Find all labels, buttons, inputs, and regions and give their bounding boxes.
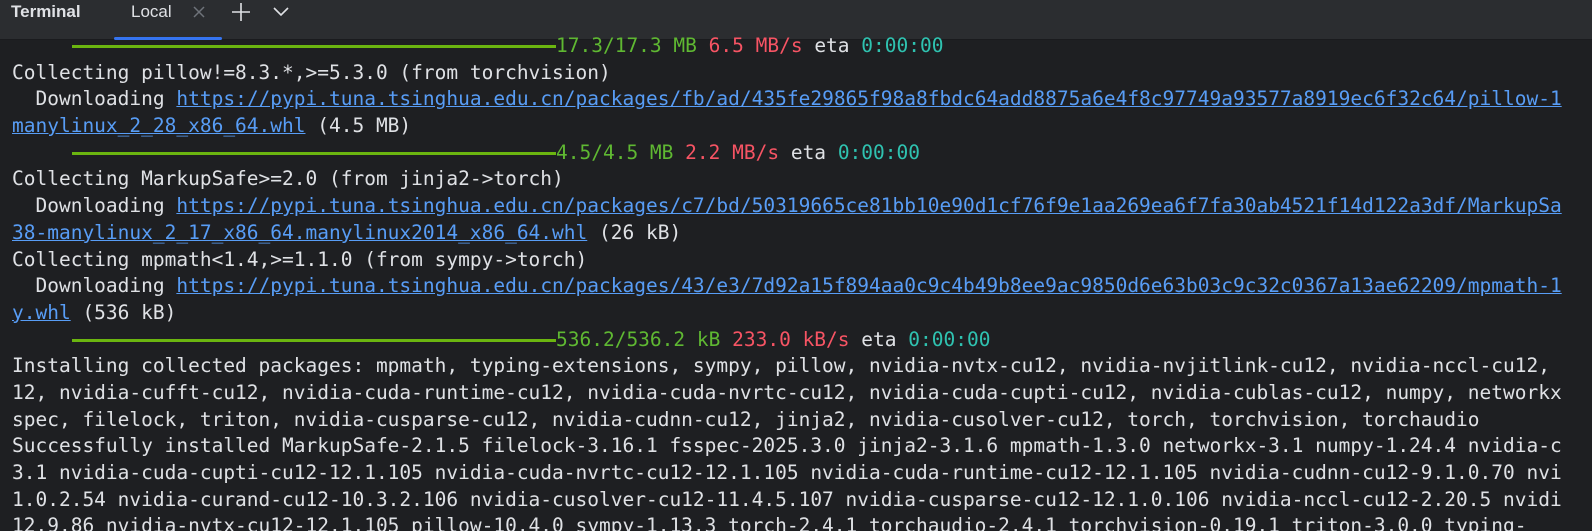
package-link[interactable]: https://pypi.tuna.tsinghua.edu.cn/packag…: [176, 87, 1561, 110]
file-size: (4.5 MB): [305, 114, 412, 138]
progress-bar: [72, 338, 556, 342]
close-icon[interactable]: [190, 3, 208, 21]
download-size: 536.2/536.2 kB: [556, 327, 721, 351]
download-line: Downloading https://pypi.tuna.tsinghua.e…: [12, 193, 1592, 220]
progress-line: 536.2/536.2 kB 233.0 kB/s eta 0:00:00: [12, 327, 1592, 354]
plus-icon[interactable]: [230, 1, 252, 23]
progress-line: 4.5/4.5 MB 2.2 MB/s eta 0:00:00: [12, 140, 1592, 167]
package-link[interactable]: https://pypi.tuna.tsinghua.edu.cn/packag…: [176, 274, 1561, 297]
eta-value: 0:00:00: [837, 140, 920, 164]
eta-label: eta: [790, 140, 827, 164]
output-line: 1.0.2.54 nvidia-curand-cu12-10.3.2.106 n…: [12, 487, 1562, 511]
output-line: Collecting pillow!=8.3.*,>=5.3.0 (from t…: [12, 60, 611, 84]
download-speed: 6.5 MB/s: [708, 34, 803, 57]
download-line: Downloading https://pypi.tuna.tsinghua.e…: [12, 273, 1592, 300]
tool-window-title: Terminal: [11, 2, 81, 21]
progress-stats: 17.3/17.3 MB 6.5 MB/s eta 0:00:00: [556, 33, 943, 60]
progress-stats: 536.2/536.2 kB 233.0 kB/s eta 0:00:00: [556, 327, 990, 354]
output-line: spec, filelock, triton, nvidia-cusparse-…: [12, 407, 1480, 431]
output-line: Successfully installed MarkupSafe-2.1.5 …: [12, 434, 1562, 458]
output-line: Collecting mpmath<1.4,>=1.1.0 (from symp…: [12, 247, 588, 271]
download-line: Downloading https://pypi.tuna.tsinghua.e…: [12, 86, 1592, 113]
terminal-window: Terminal Local 17.3/17.3 MB 6.5 MB/s eta: [0, 0, 1592, 531]
eta-label: eta: [861, 327, 897, 351]
download-size: 4.5/4.5 MB: [556, 140, 674, 164]
download-prefix: Downloading: [12, 274, 177, 298]
output-line: 12, nvidia-cufft-cu12, nvidia-cuda-runti…: [12, 380, 1562, 404]
eta-label: eta: [814, 34, 850, 57]
tab-label: Local: [131, 2, 172, 21]
output-line: 3.1 nvidia-cuda-cupti-cu12-12.1.105 nvid…: [12, 461, 1562, 484]
download-speed: 233.0 kB/s: [732, 327, 850, 351]
package-link[interactable]: 38-manylinux_2_17_x86_64.manylinux2014_x…: [12, 221, 587, 244]
download-size: 17.3/17.3 MB: [556, 34, 697, 57]
progress-bar: [72, 151, 556, 155]
download-speed: 2.2 MB/s: [685, 140, 780, 164]
download-line: 38-manylinux_2_17_x86_64.manylinux2014_x…: [12, 220, 1592, 247]
progress-stats: 4.5/4.5 MB 2.2 MB/s eta 0:00:00: [556, 140, 920, 167]
download-line: manylinux_2_28_x86_64.whl (4.5 MB): [12, 113, 1592, 140]
chevron-down-icon[interactable]: [271, 2, 291, 22]
progress-bar: [72, 45, 556, 48]
package-link[interactable]: y.whl: [12, 301, 71, 324]
output-line: Installing collected packages: mpmath, t…: [12, 354, 1550, 378]
progress-line: 17.3/17.3 MB 6.5 MB/s eta 0:00:00: [12, 33, 1592, 60]
output-line: 12.9.86 nvidia-nvtx-cu12-12.1.105 pillow…: [12, 514, 1527, 531]
eta-value: 0:00:00: [861, 34, 944, 57]
output-line: Collecting MarkupSafe>=2.0 (from jinja2-…: [12, 167, 564, 191]
file-size: (536 kB): [70, 300, 177, 324]
package-link[interactable]: https://pypi.tuna.tsinghua.edu.cn/packag…: [176, 194, 1561, 217]
terminal-output[interactable]: 17.3/17.3 MB 6.5 MB/s eta 0:00:00 Collec…: [12, 33, 1592, 531]
eta-value: 0:00:00: [908, 327, 991, 351]
file-size: (26 kB): [587, 220, 682, 244]
download-line: y.whl (536 kB): [12, 300, 1592, 327]
